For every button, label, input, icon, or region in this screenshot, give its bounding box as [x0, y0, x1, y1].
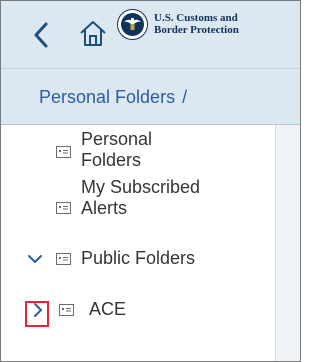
tree-item-label: ACE — [89, 299, 127, 319]
detail-panel — [275, 125, 300, 361]
brand-line-1: U.S. Customs and — [154, 12, 238, 24]
shell-header: U.S. Customs and Border Protection — [1, 1, 300, 69]
tree-item-label: My Subscribed Alerts — [81, 177, 201, 218]
chevron-left-icon — [34, 22, 48, 48]
tree-item-personal-folders[interactable]: Personal Folders — [1, 125, 275, 177]
tree-item-my-subscribed-alerts[interactable]: My Subscribed Alerts — [1, 177, 275, 231]
folder-icon — [56, 146, 71, 158]
brand-line-2: Border Protection — [154, 24, 239, 36]
breadcrumb-personal-folders[interactable]: Personal Folders — [39, 87, 175, 107]
back-button[interactable] — [27, 20, 57, 50]
chevron-highlight-box — [25, 301, 49, 327]
tree-item-public-folders[interactable]: Public Folders — [1, 235, 275, 281]
app-frame: U.S. Customs and Border Protection Perso… — [0, 0, 301, 362]
brand-wordmark: U.S. Customs and Border Protection — [154, 12, 239, 36]
chevron-down-icon[interactable] — [25, 249, 45, 269]
folder-icon — [59, 304, 74, 316]
tree-item-label: Personal Folders — [81, 129, 153, 170]
folder-icon — [56, 253, 71, 265]
folder-icon — [56, 202, 71, 214]
breadcrumb-separator: / — [182, 87, 188, 107]
home-icon — [80, 21, 106, 46]
cbp-logo: U.S. Customs and Border Protection — [117, 7, 239, 41]
cbp-seal-icon — [117, 8, 148, 40]
home-button[interactable] — [78, 18, 108, 50]
tree-item-label: Public Folders — [81, 248, 196, 268]
breadcrumb: Personal Folders / — [39, 87, 187, 108]
breadcrumb-bar: Personal Folders / — [1, 69, 300, 125]
